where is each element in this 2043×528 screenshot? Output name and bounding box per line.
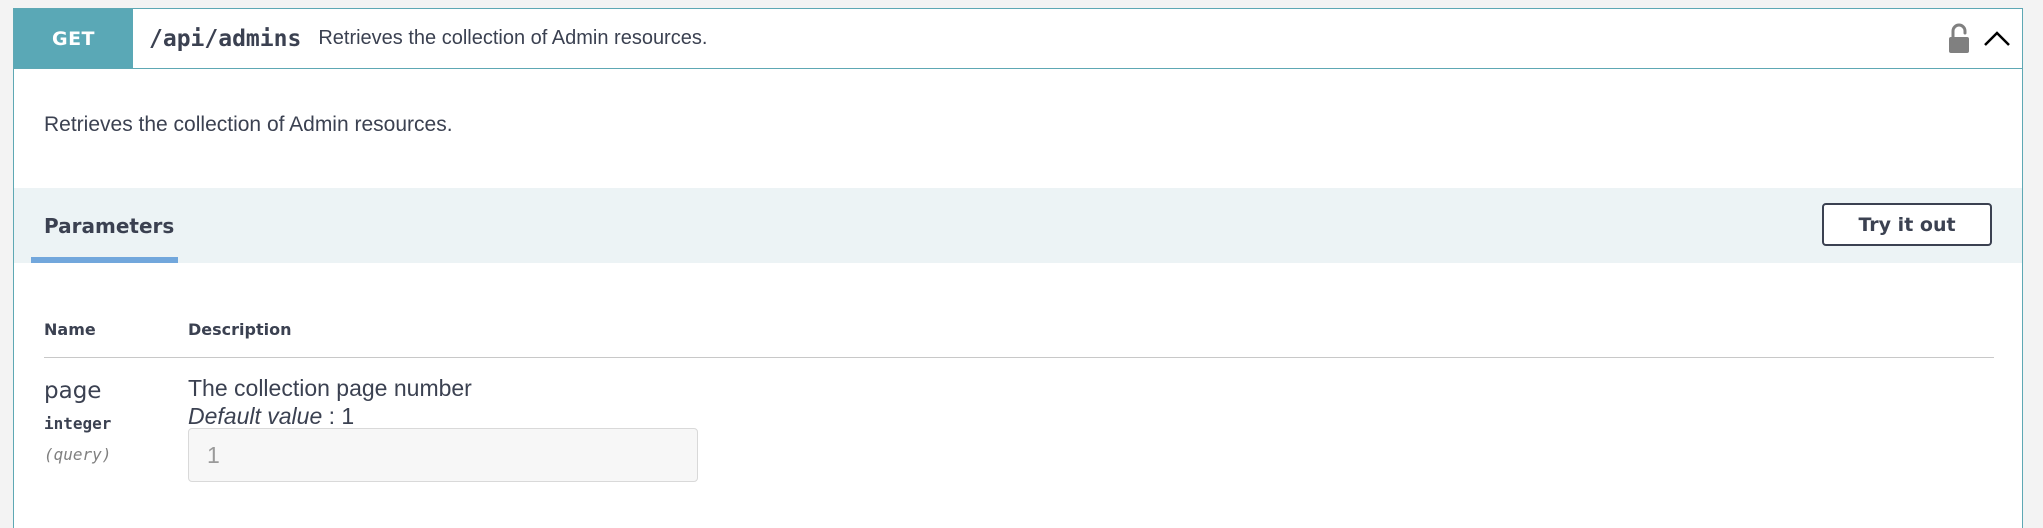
tab-parameters[interactable]: Parameters <box>44 188 174 263</box>
parameter-type: integer <box>44 414 112 433</box>
endpoint-path: /api/admins <box>149 25 302 52</box>
parameter-description: The collection page number <box>188 375 472 401</box>
operation-description: Retrieves the collection of Admin resour… <box>44 113 453 136</box>
column-header-description: Description <box>188 320 292 339</box>
default-value: 1 <box>341 403 355 429</box>
lock-icon[interactable] <box>1946 22 1972 56</box>
parameter-name: page <box>44 378 102 404</box>
operation-summary[interactable]: GET /api/admins Retrieves the collection… <box>14 9 2022 69</box>
table-divider <box>44 357 1994 358</box>
parameter-default: Default value : 1 <box>188 403 354 430</box>
http-method-badge: GET <box>14 9 133 68</box>
try-it-out-button[interactable]: Try it out <box>1822 203 1992 246</box>
page-input[interactable] <box>188 428 698 482</box>
chevron-up-icon[interactable] <box>1982 24 2012 54</box>
column-header-name: Name <box>44 320 96 339</box>
parameter-location: (query) <box>44 445 112 464</box>
parameters-header: Parameters Try it out <box>14 188 2022 263</box>
summary-controls <box>1946 9 2012 68</box>
operation-block: GET /api/admins Retrieves the collection… <box>13 8 2023 528</box>
tab-active-indicator <box>31 257 178 263</box>
default-value-separator: : <box>322 403 342 429</box>
default-value-label: Default value <box>188 403 323 429</box>
operation-summary-text: Retrieves the collection of Admin resour… <box>318 27 708 49</box>
